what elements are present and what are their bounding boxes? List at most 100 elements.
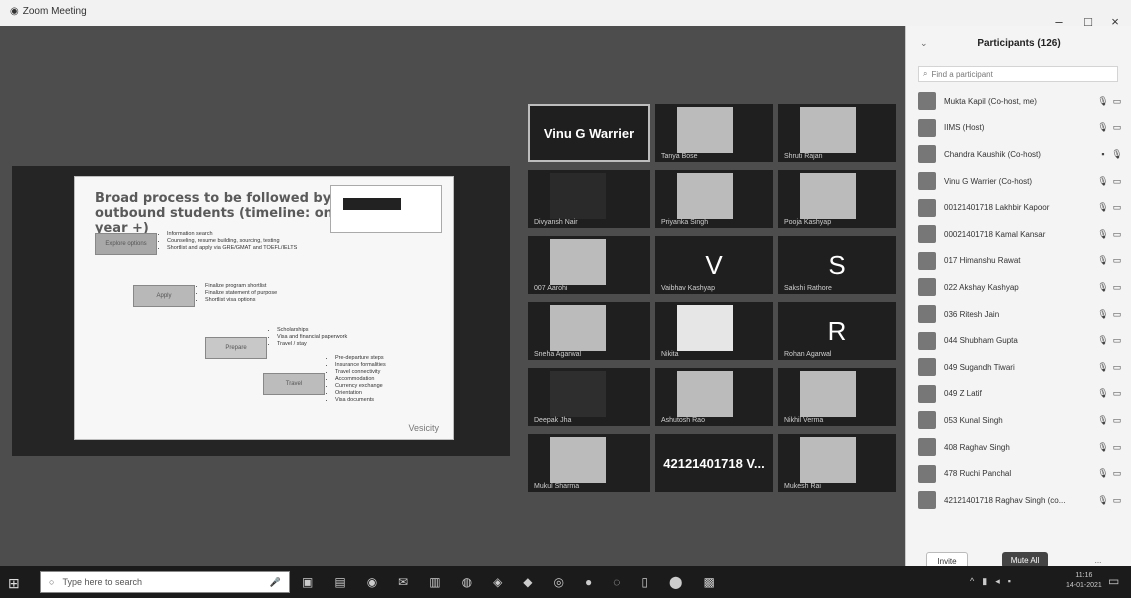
folder-icon[interactable]: ▥ [429,575,440,589]
video-tile[interactable]: Deepak Jha [528,368,650,426]
mic-icon[interactable]: 🎙 [1096,495,1110,506]
app-icon[interactable]: ◆ [523,575,532,589]
tile-name: Nikhil Verma [784,417,824,424]
file-explorer-icon[interactable]: ▤ [334,575,345,589]
video-icon[interactable]: ▭ [1110,442,1124,453]
video-tile[interactable]: Priyanka Singh [655,170,773,228]
mic-icon[interactable]: 🎙 [1096,442,1110,453]
tile-name: Ashutosh Rao [661,417,705,424]
mic-icon[interactable]: 🎙 [1096,415,1110,426]
video-icon[interactable]: ▭ [1110,335,1124,346]
video-icon[interactable]: ▭ [1110,362,1124,373]
video-tile[interactable]: R Rohan Agarwal [778,302,896,360]
taskbar-search-input[interactable]: ○ Type here to search 🎤 [40,571,290,593]
video-tile[interactable]: 007 Aarohi [528,236,650,294]
video-icon[interactable]: ▭ [1110,309,1124,320]
video-icon[interactable]: ▭ [1110,176,1124,187]
mic-icon[interactable]: 🎙 [1096,468,1110,479]
slide-list-item: Pre-departure steps [335,355,425,362]
avatar [918,251,936,270]
participant-row[interactable]: Chandra Kaushik (Co-host) ▪ 🎙 [906,141,1131,168]
participant-row[interactable]: 408 Raghav Singh 🎙 ▭ [906,434,1131,461]
video-icon[interactable]: ▭ [1110,96,1124,107]
app-icon[interactable]: ● [585,575,592,589]
participant-row[interactable]: 42121401718 Raghav Singh (co... 🎙 ▭ [906,487,1131,514]
video-icon[interactable]: ▭ [1110,495,1124,506]
video-icon[interactable]: ▭ [1110,229,1124,240]
participant-row[interactable]: 022 Akshay Kashyap 🎙 ▭ [906,274,1131,301]
chrome-icon[interactable]: ◍ [462,575,472,589]
browser-icon[interactable]: ◉ [367,575,377,589]
mail-icon[interactable]: ✉ [398,575,408,589]
participant-search-input[interactable]: ⌕ Find a participant [918,66,1118,82]
mic-icon[interactable]: 🎙 [1096,202,1110,213]
participant-row[interactable]: 044 Shubham Gupta 🎙 ▭ [906,327,1131,354]
participant-row[interactable]: IIMS (Host) 🎙 ▭ [906,115,1131,142]
app-icon[interactable]: ◎ [554,575,564,589]
video-tile[interactable]: Pooja Kashyap [778,170,896,228]
video-icon[interactable]: ▭ [1110,415,1124,426]
participant-row[interactable]: 00021401718 Kamal Kansar 🎙 ▭ [906,221,1131,248]
participant-row[interactable]: 017 Himanshu Rawat 🎙 ▭ [906,248,1131,275]
video-icon[interactable]: ▭ [1110,202,1124,213]
video-icon[interactable]: 🎙 [1110,149,1124,160]
participant-row[interactable]: 036 Ritesh Jain 🎙 ▭ [906,301,1131,328]
notification-icon[interactable]: ▭ [1108,574,1119,588]
participant-video [800,437,856,483]
participant-row[interactable]: 053 Kunal Singh 🎙 ▭ [906,407,1131,434]
mic-icon[interactable]: 🎙 [1096,335,1110,346]
video-tile[interactable]: Divyansh Nair [528,170,650,228]
zoom-icon[interactable]: ▩ [703,575,714,589]
participant-row[interactable]: Mukta Kapil (Co-host, me) 🎙 ▭ [906,88,1131,115]
video-tile[interactable]: Mukul Sharma [528,434,650,492]
mic-icon[interactable]: 🎙 [1096,282,1110,293]
system-clock[interactable]: 11:16 14-01-2021 [1066,571,1102,591]
video-icon[interactable]: ▭ [1110,255,1124,266]
video-tile[interactable]: Shruti Rajan [778,104,896,162]
participant-row[interactable]: 00121401718 Lakhbir Kapoor 🎙 ▭ [906,194,1131,221]
mic-icon[interactable]: 🎙 [1096,388,1110,399]
slide-list-item: Orientation [335,390,425,397]
video-tile[interactable]: Nikita [655,302,773,360]
mic-icon[interactable]: 🎙 [1096,96,1110,107]
mic-icon[interactable]: 🎙 [1096,122,1110,133]
video-tile[interactable]: V Vaibhav Kashyap [655,236,773,294]
slide-list-item: Visa and financial paperwork [277,334,387,341]
mic-icon[interactable]: 🎙 [1096,176,1110,187]
video-icon[interactable]: ▭ [1110,282,1124,293]
participant-row[interactable]: 049 Z Latif 🎙 ▭ [906,381,1131,408]
video-tile[interactable]: 42121401718 V... [655,434,773,492]
mic-icon[interactable]: 🎙 [1096,255,1110,266]
participant-row[interactable]: 478 Ruchi Panchal 🎙 ▭ [906,460,1131,487]
app-icon[interactable]: ⬤ [669,575,682,589]
document-icon[interactable]: ▯ [641,575,648,589]
video-tile[interactable]: Ashutosh Rao [655,368,773,426]
mic-icon[interactable]: 🎙 [1096,229,1110,240]
screen-share: Broad process to be followed by outbound… [12,166,510,456]
clock-date: 14-01-2021 [1066,582,1102,589]
microphone-icon[interactable]: 🎤 [270,577,281,588]
tile-name: Rohan Agarwal [784,351,832,358]
video-tile[interactable]: Nikhil Verma [778,368,896,426]
app-icon[interactable]: ◌ [613,575,620,589]
video-icon[interactable]: ▭ [1110,468,1124,479]
task-view-icon[interactable]: ▣ [302,575,313,589]
video-tile[interactable]: Vinu G Warrier [528,104,650,162]
video-tile[interactable]: Sneha Agarwal [528,302,650,360]
language-icon[interactable]: ▪ [1008,576,1011,587]
video-tile[interactable]: S Sakshi Rathore [778,236,896,294]
chevron-up-icon[interactable]: ^ [970,576,974,587]
mic-icon[interactable]: 🎙 [1096,362,1110,373]
participant-row[interactable]: 049 Sugandh Tiwari 🎙 ▭ [906,354,1131,381]
speaker-icon[interactable]: ◂ [995,576,1000,587]
windows-logo-icon[interactable]: ⊞ [8,575,20,592]
app-icon[interactable]: ◈ [493,575,502,589]
mic-icon[interactable]: ▪ [1096,149,1110,159]
video-icon[interactable]: ▭ [1110,388,1124,399]
video-tile[interactable]: Tanya Bose [655,104,773,162]
video-tile[interactable]: Mukesh Rai [778,434,896,492]
video-icon[interactable]: ▭ [1110,122,1124,133]
mic-icon[interactable]: 🎙 [1096,309,1110,320]
participant-row[interactable]: Vinu G Warrier (Co-host) 🎙 ▭ [906,168,1131,195]
network-icon[interactable]: ▮ [982,576,987,587]
